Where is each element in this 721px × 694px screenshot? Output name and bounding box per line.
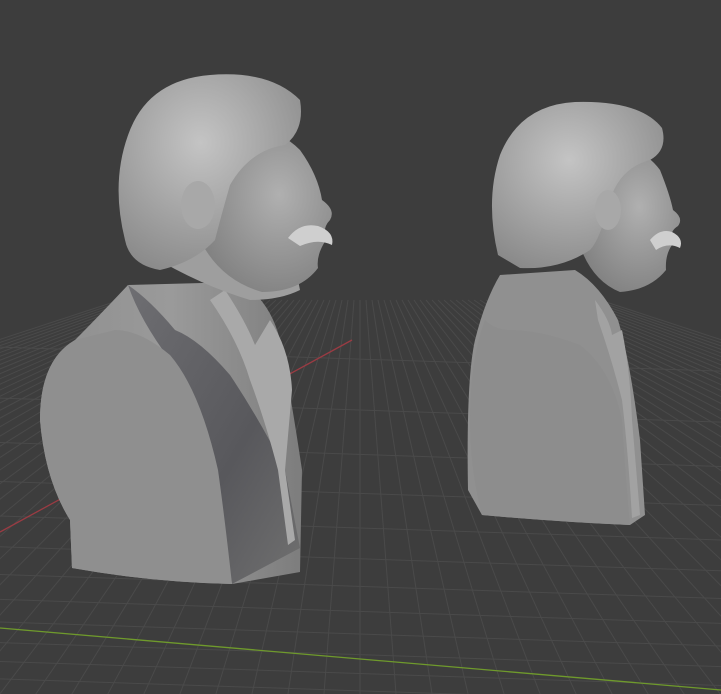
bust-right[interactable] (467, 101, 681, 525)
viewport-canvas[interactable] (0, 0, 721, 694)
bust-left-ear (181, 181, 215, 229)
bust-right-ear (595, 190, 621, 230)
bust-left[interactable] (40, 74, 333, 584)
3d-viewport[interactable] (0, 0, 721, 694)
